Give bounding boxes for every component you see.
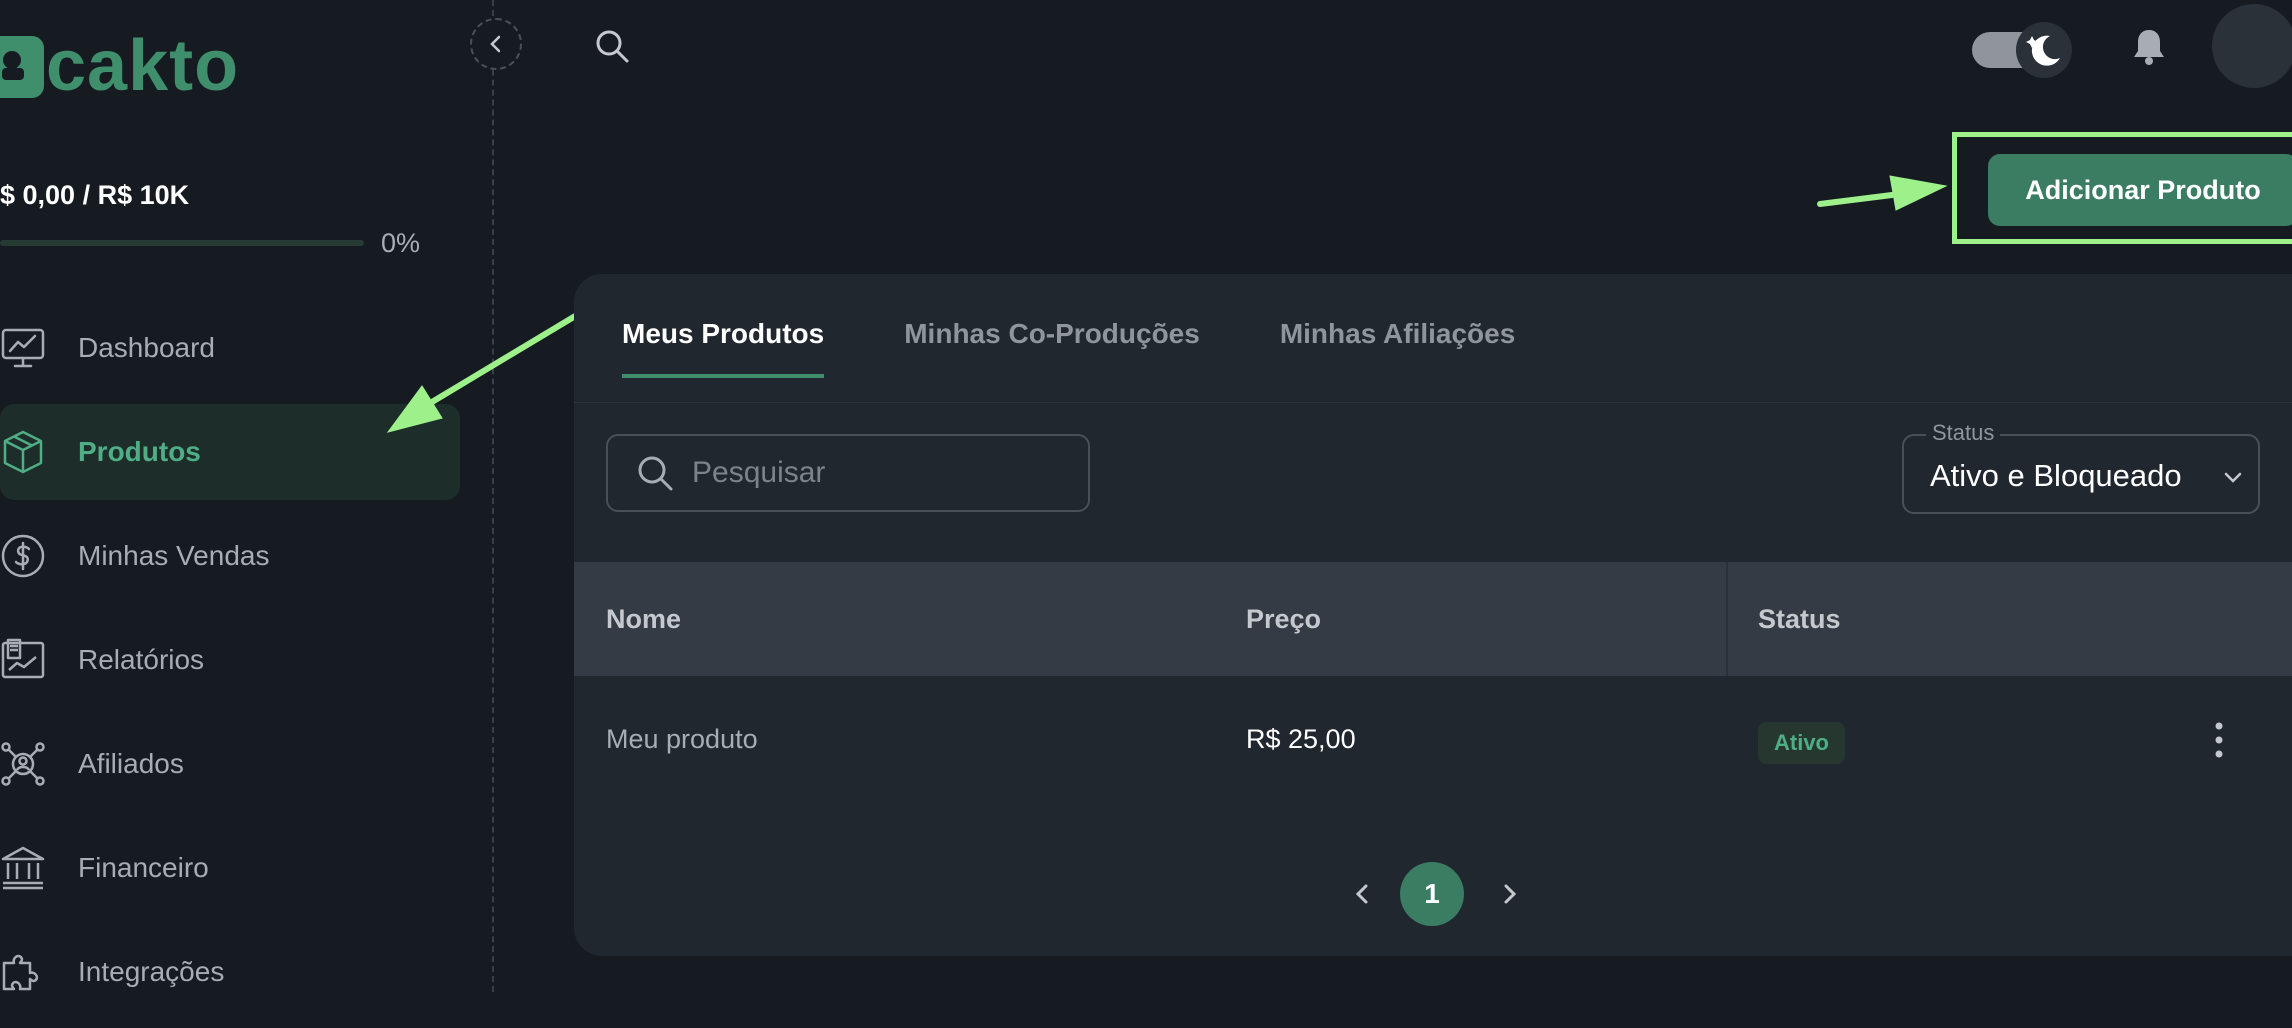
sidebar-item-label: Relatórios <box>78 644 205 675</box>
arrow-to-add-product <box>1817 175 1948 211</box>
sidebar-item-minhas-vendas[interactable]: Minhas Vendas <box>0 508 460 604</box>
report-icon <box>0 637 46 683</box>
sidebar-item-integracoes[interactable]: Integrações <box>0 924 460 1020</box>
chevron-right-icon[interactable] <box>1492 876 1528 912</box>
sidebar-nav: Dashboard Produtos Minhas Vendas Relatór… <box>0 300 460 1028</box>
status-filter-label: Status <box>1926 420 2001 446</box>
logo-mark-icon <box>0 36 44 98</box>
revenue-progress-label: 0% <box>381 228 421 258</box>
table-header: Nome Preço Status <box>574 562 2292 676</box>
sidebar-item-label: Afiliados <box>78 748 184 779</box>
sidebar-item-afiliados[interactable]: Afiliados <box>0 716 460 812</box>
puzzle-icon <box>0 949 46 995</box>
search-icon <box>638 456 673 491</box>
sidebar-divider <box>492 0 494 992</box>
chevron-down-icon <box>2224 472 2242 483</box>
products-card: Meus Produtos Minhas Co-Produções Minhas… <box>574 274 2292 956</box>
search-icon <box>596 30 629 63</box>
tab-meus-produtos[interactable]: Meus Produtos <box>622 318 825 378</box>
sidebar-item-label: Produtos <box>78 436 201 467</box>
bell-icon <box>2134 30 2164 65</box>
product-search[interactable] <box>606 434 1090 512</box>
chart-monitor-icon <box>0 325 46 371</box>
sidebar: cakto $ 0,00 / R$ 10K 0% Dashboard Produ… <box>0 0 492 992</box>
user-avatar[interactable] <box>2212 4 2292 88</box>
sidebar-item-label: Financeiro <box>78 852 209 883</box>
column-header-nome[interactable]: Nome <box>606 562 681 676</box>
column-header-status[interactable]: Status <box>1758 562 1841 676</box>
tab-minhas-afiliacoes[interactable]: Minhas Afiliações <box>1280 318 1515 378</box>
tabs: Meus Produtos Minhas Co-Produções Minhas… <box>622 318 1595 378</box>
chevron-left-icon <box>490 35 501 53</box>
table-row[interactable]: Meu produto R$ 25,00 Ativo <box>574 676 2292 814</box>
tabs-divider <box>574 402 2292 403</box>
status-filter-select[interactable]: Status Ativo e Bloqueado <box>1902 420 2260 514</box>
search-input[interactable] <box>690 455 1074 491</box>
sidebar-item-dashboard[interactable]: Dashboard <box>0 300 460 396</box>
theme-toggle[interactable] <box>1970 22 2074 78</box>
more-options-icon[interactable] <box>2204 720 2234 760</box>
column-header-preco[interactable]: Preço <box>1246 562 1321 676</box>
logo[interactable]: cakto <box>0 30 239 102</box>
sidebar-item-label: Dashboard <box>78 332 215 363</box>
revenue-progress-bar <box>0 240 364 246</box>
page-button-current[interactable]: 1 <box>1400 862 1464 926</box>
dollar-circle-icon <box>0 533 46 579</box>
bank-icon <box>0 845 46 891</box>
network-user-icon <box>0 741 46 787</box>
sidebar-item-label: Minhas Vendas <box>78 540 270 571</box>
sidebar-item-relatorios[interactable]: Relatórios <box>0 612 460 708</box>
chevron-left-icon[interactable] <box>1344 876 1380 912</box>
status-filter-value: Ativo e Bloqueado <box>1930 458 2182 493</box>
sidebar-item-produtos[interactable]: Produtos <box>0 404 460 500</box>
notifications-button[interactable] <box>2129 26 2169 66</box>
sidebar-item-label: Integrações <box>78 956 225 987</box>
collapse-sidebar-button[interactable] <box>470 18 522 70</box>
tab-minhas-co-producoes[interactable]: Minhas Co-Produções <box>904 318 1200 378</box>
global-search-button[interactable] <box>594 28 630 64</box>
product-price: R$ 25,00 <box>1246 724 1356 754</box>
add-product-button[interactable]: Adicionar Produto <box>1988 154 2292 226</box>
product-name[interactable]: Meu produto <box>606 724 758 755</box>
revenue-goal: $ 0,00 / R$ 10K <box>0 180 190 210</box>
status-badge: Ativo <box>1758 722 1845 764</box>
logo-text: cakto <box>46 26 240 106</box>
box-icon <box>0 429 46 475</box>
column-separator <box>1726 562 1728 676</box>
pagination: 1 <box>574 862 2292 926</box>
sidebar-item-financeiro[interactable]: Financeiro <box>0 820 460 916</box>
